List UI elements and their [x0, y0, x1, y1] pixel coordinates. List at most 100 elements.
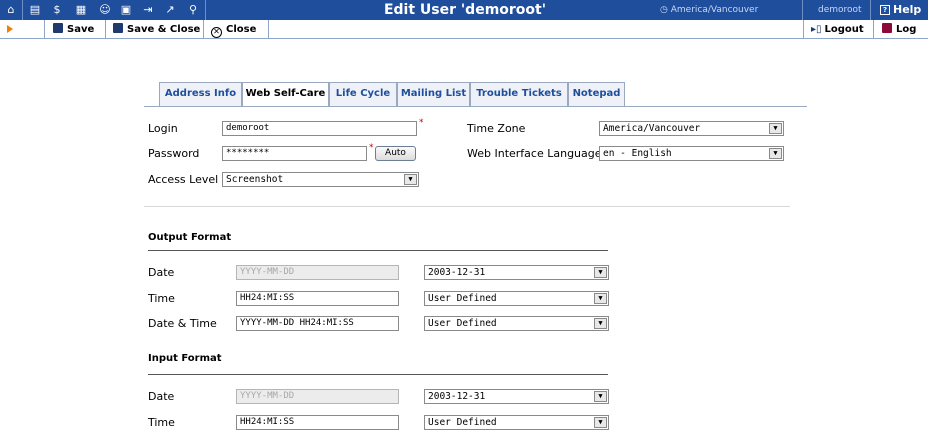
save-label: Save: [67, 24, 95, 35]
divider: [205, 0, 206, 20]
save-button[interactable]: Save: [53, 22, 94, 37]
log-label: Log: [896, 24, 917, 35]
help-button[interactable]: ? Help: [880, 2, 921, 18]
chevron-down-icon: ▼: [594, 417, 607, 428]
output-time-label: Time: [148, 292, 175, 305]
timezone-value: America/Vancouver: [603, 123, 701, 134]
divider: [802, 0, 803, 20]
clock-icon: ◷: [660, 5, 668, 15]
timezone-label: Time Zone: [467, 122, 526, 135]
input-date-select[interactable]: 2003-12-31 ▼: [424, 389, 609, 404]
output-format-title: Output Format: [148, 232, 232, 243]
help-label: Help: [893, 3, 922, 16]
card-icon[interactable]: ▣: [119, 3, 133, 17]
logout-icon: ▸▯: [811, 24, 822, 35]
password-label: Password: [148, 147, 200, 160]
chevron-down-icon: ▼: [769, 123, 782, 134]
language-label: Web Interface Language: [467, 147, 602, 160]
tab-web-self-care[interactable]: Web Self-Care: [242, 82, 329, 107]
output-format-rule: [148, 250, 608, 251]
output-datetime-select[interactable]: User Defined ▼: [424, 316, 609, 331]
person-icon[interactable]: ☺: [98, 3, 112, 17]
floppy-disk-icon: [113, 23, 123, 33]
tab-underline: [144, 106, 807, 107]
output-date-label: Date: [148, 266, 175, 279]
play-arrow-icon: [7, 25, 13, 33]
tab-trouble-tickets[interactable]: Trouble Tickets: [470, 82, 568, 106]
chevron-down-icon: ▼: [594, 391, 607, 402]
chevron-down-icon: ▼: [594, 293, 607, 304]
logout-label: Logout: [824, 24, 864, 35]
dollar-icon[interactable]: $: [50, 3, 64, 17]
current-user[interactable]: demoroot: [818, 4, 862, 16]
log-book-icon: [882, 23, 892, 33]
log-button[interactable]: Log: [882, 22, 916, 37]
divider: [268, 20, 269, 39]
input-time-input[interactable]: HH24:MI:SS: [236, 415, 399, 430]
input-time-select-value: User Defined: [428, 417, 497, 428]
login-label: Login: [148, 122, 178, 135]
divider: [22, 0, 23, 20]
close-icon: ✕: [211, 27, 222, 38]
divider: [873, 20, 874, 39]
chevron-down-icon: ▼: [769, 148, 782, 159]
input-time-label: Time: [148, 416, 175, 429]
timezone-select[interactable]: America/Vancouver ▼: [599, 121, 784, 136]
tab-mailing-list[interactable]: Mailing List: [397, 82, 470, 106]
tab-notepad[interactable]: Notepad: [568, 82, 625, 106]
output-datetime-select-value: User Defined: [428, 318, 497, 329]
output-date-select-value: 2003-12-31: [428, 267, 486, 278]
logout-button[interactable]: ▸▯ Logout: [811, 22, 864, 37]
language-value: en - English: [603, 148, 672, 159]
output-time-input[interactable]: HH24:MI:SS: [236, 291, 399, 306]
help-icon: ?: [880, 5, 890, 15]
required-marker: *: [369, 143, 374, 153]
language-select[interactable]: en - English ▼: [599, 146, 784, 161]
access-level-select[interactable]: Screenshot ▼: [222, 172, 419, 187]
access-level-label: Access Level: [148, 173, 219, 186]
output-time-select[interactable]: User Defined ▼: [424, 291, 609, 306]
login-input[interactable]: demoroot: [222, 121, 417, 136]
tab-life-cycle[interactable]: Life Cycle: [329, 82, 397, 106]
auto-password-button[interactable]: Auto: [375, 146, 416, 161]
close-button[interactable]: ✕ Close: [211, 22, 257, 38]
save-close-button[interactable]: Save & Close: [113, 22, 200, 37]
divider: [203, 20, 204, 39]
chevron-down-icon: ▼: [594, 318, 607, 329]
timezone-indicator: ◷ America/Vancouver: [660, 4, 758, 16]
grid-icon[interactable]: ▦: [74, 3, 88, 17]
chart-icon[interactable]: ↗: [163, 3, 177, 17]
output-datetime-input[interactable]: YYYY-MM-DD HH24:MI:SS: [236, 316, 399, 331]
input-date-label: Date: [148, 390, 175, 403]
divider: [870, 0, 871, 20]
chevron-down-icon: ▼: [594, 267, 607, 278]
floppy-disk-icon: [53, 23, 63, 33]
input-date-select-value: 2003-12-31: [428, 391, 486, 402]
divider: [105, 20, 106, 39]
output-date-select[interactable]: 2003-12-31 ▼: [424, 265, 609, 280]
chevron-down-icon: ▼: [404, 174, 417, 185]
list-icon[interactable]: ▤: [28, 3, 42, 17]
transfer-icon[interactable]: ⇥: [141, 3, 155, 17]
top-navigation-bar: ⌂ ▤ $ ▦ ☺ ▣ ⇥ ↗ ⚲ Edit User 'demoroot' ◷…: [0, 0, 928, 20]
input-date-input[interactable]: YYYY-MM-DD: [236, 389, 399, 404]
save-close-label: Save & Close: [127, 24, 201, 35]
home-icon[interactable]: ⌂: [4, 3, 18, 17]
input-time-select[interactable]: User Defined ▼: [424, 415, 609, 430]
page-title: Edit User 'demoroot': [383, 2, 547, 18]
input-format-rule: [148, 374, 608, 375]
toolbar: Save Save & Close ✕ Close ▸▯ Logout Log: [0, 20, 928, 39]
password-input[interactable]: ********: [222, 146, 367, 161]
close-label: Close: [226, 24, 257, 35]
divider: [803, 20, 804, 39]
access-level-value: Screenshot: [226, 174, 284, 185]
tab-address-info[interactable]: Address Info: [159, 82, 242, 106]
required-marker: *: [419, 118, 424, 128]
divider: [44, 20, 45, 39]
output-time-select-value: User Defined: [428, 293, 497, 304]
timezone-text: America/Vancouver: [670, 5, 759, 15]
search-icon[interactable]: ⚲: [186, 3, 200, 17]
output-datetime-label: Date & Time: [148, 317, 217, 330]
output-date-input[interactable]: YYYY-MM-DD: [236, 265, 399, 280]
section-divider: [144, 206, 790, 207]
